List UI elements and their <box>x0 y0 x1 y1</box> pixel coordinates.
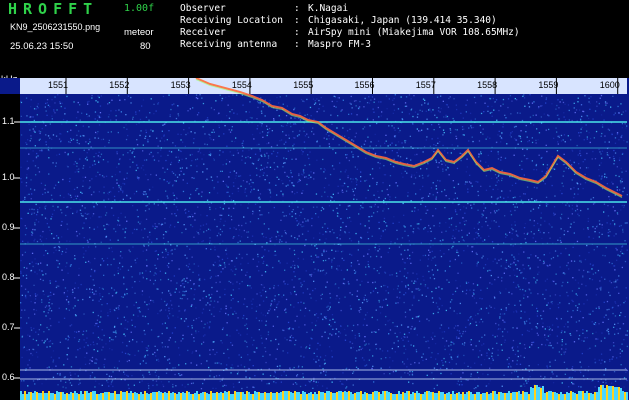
time-tick-label: 1559 <box>538 80 559 90</box>
freq-tick-label: 0.6 <box>2 372 15 382</box>
time-tick-label: 1552 <box>109 80 130 90</box>
info-row-antenna: Receiving antenna: Maspro FM-3 <box>180 39 371 50</box>
date-time: 25.06.23 15:50 <box>10 41 74 52</box>
time-tick-label: 1553 <box>170 80 191 90</box>
freq-tick-label: 0.9 <box>2 222 15 232</box>
freq-tick-label: 1.1 <box>2 116 15 126</box>
app-version: 1.00f <box>124 3 155 14</box>
time-tick-label: 1600 <box>599 80 620 90</box>
freq-axis-panel <box>0 94 20 400</box>
app-brand: HROFFT <box>8 0 99 18</box>
freq-tick-label: 1.0 <box>2 172 15 182</box>
time-tick-label: 1551 <box>48 80 69 90</box>
info-row-location: Receiving Location: Chigasaki, Japan (139… <box>180 15 497 26</box>
freq-tick-label: 0.7 <box>2 322 15 332</box>
time-tick-label: 1554 <box>231 80 252 90</box>
meteor-label: meteor <box>124 27 154 38</box>
meteor-count: 80 <box>140 41 151 52</box>
time-tick-label: 1557 <box>415 80 436 90</box>
time-tick-label: 1555 <box>293 80 314 90</box>
spectrogram-background <box>0 78 629 400</box>
time-tick-label: 1556 <box>354 80 375 90</box>
info-row-observer: Observer: K.Nagai <box>180 3 349 14</box>
header-panel: HROFFT 1.00f KN9_2506231550.png 25.06.23… <box>0 0 629 78</box>
info-row-receiver: Receiver: AirSpy mini (Miakejima VOR 108.… <box>180 27 520 38</box>
time-tick-label: 1558 <box>477 80 498 90</box>
freq-tick-label: 0.8 <box>2 272 15 282</box>
file-name: KN9_2506231550.png <box>10 22 101 32</box>
spectrogram-plot <box>0 78 629 400</box>
station-info: Observer: K.Nagai Receiving Location: Chig… <box>180 3 520 51</box>
